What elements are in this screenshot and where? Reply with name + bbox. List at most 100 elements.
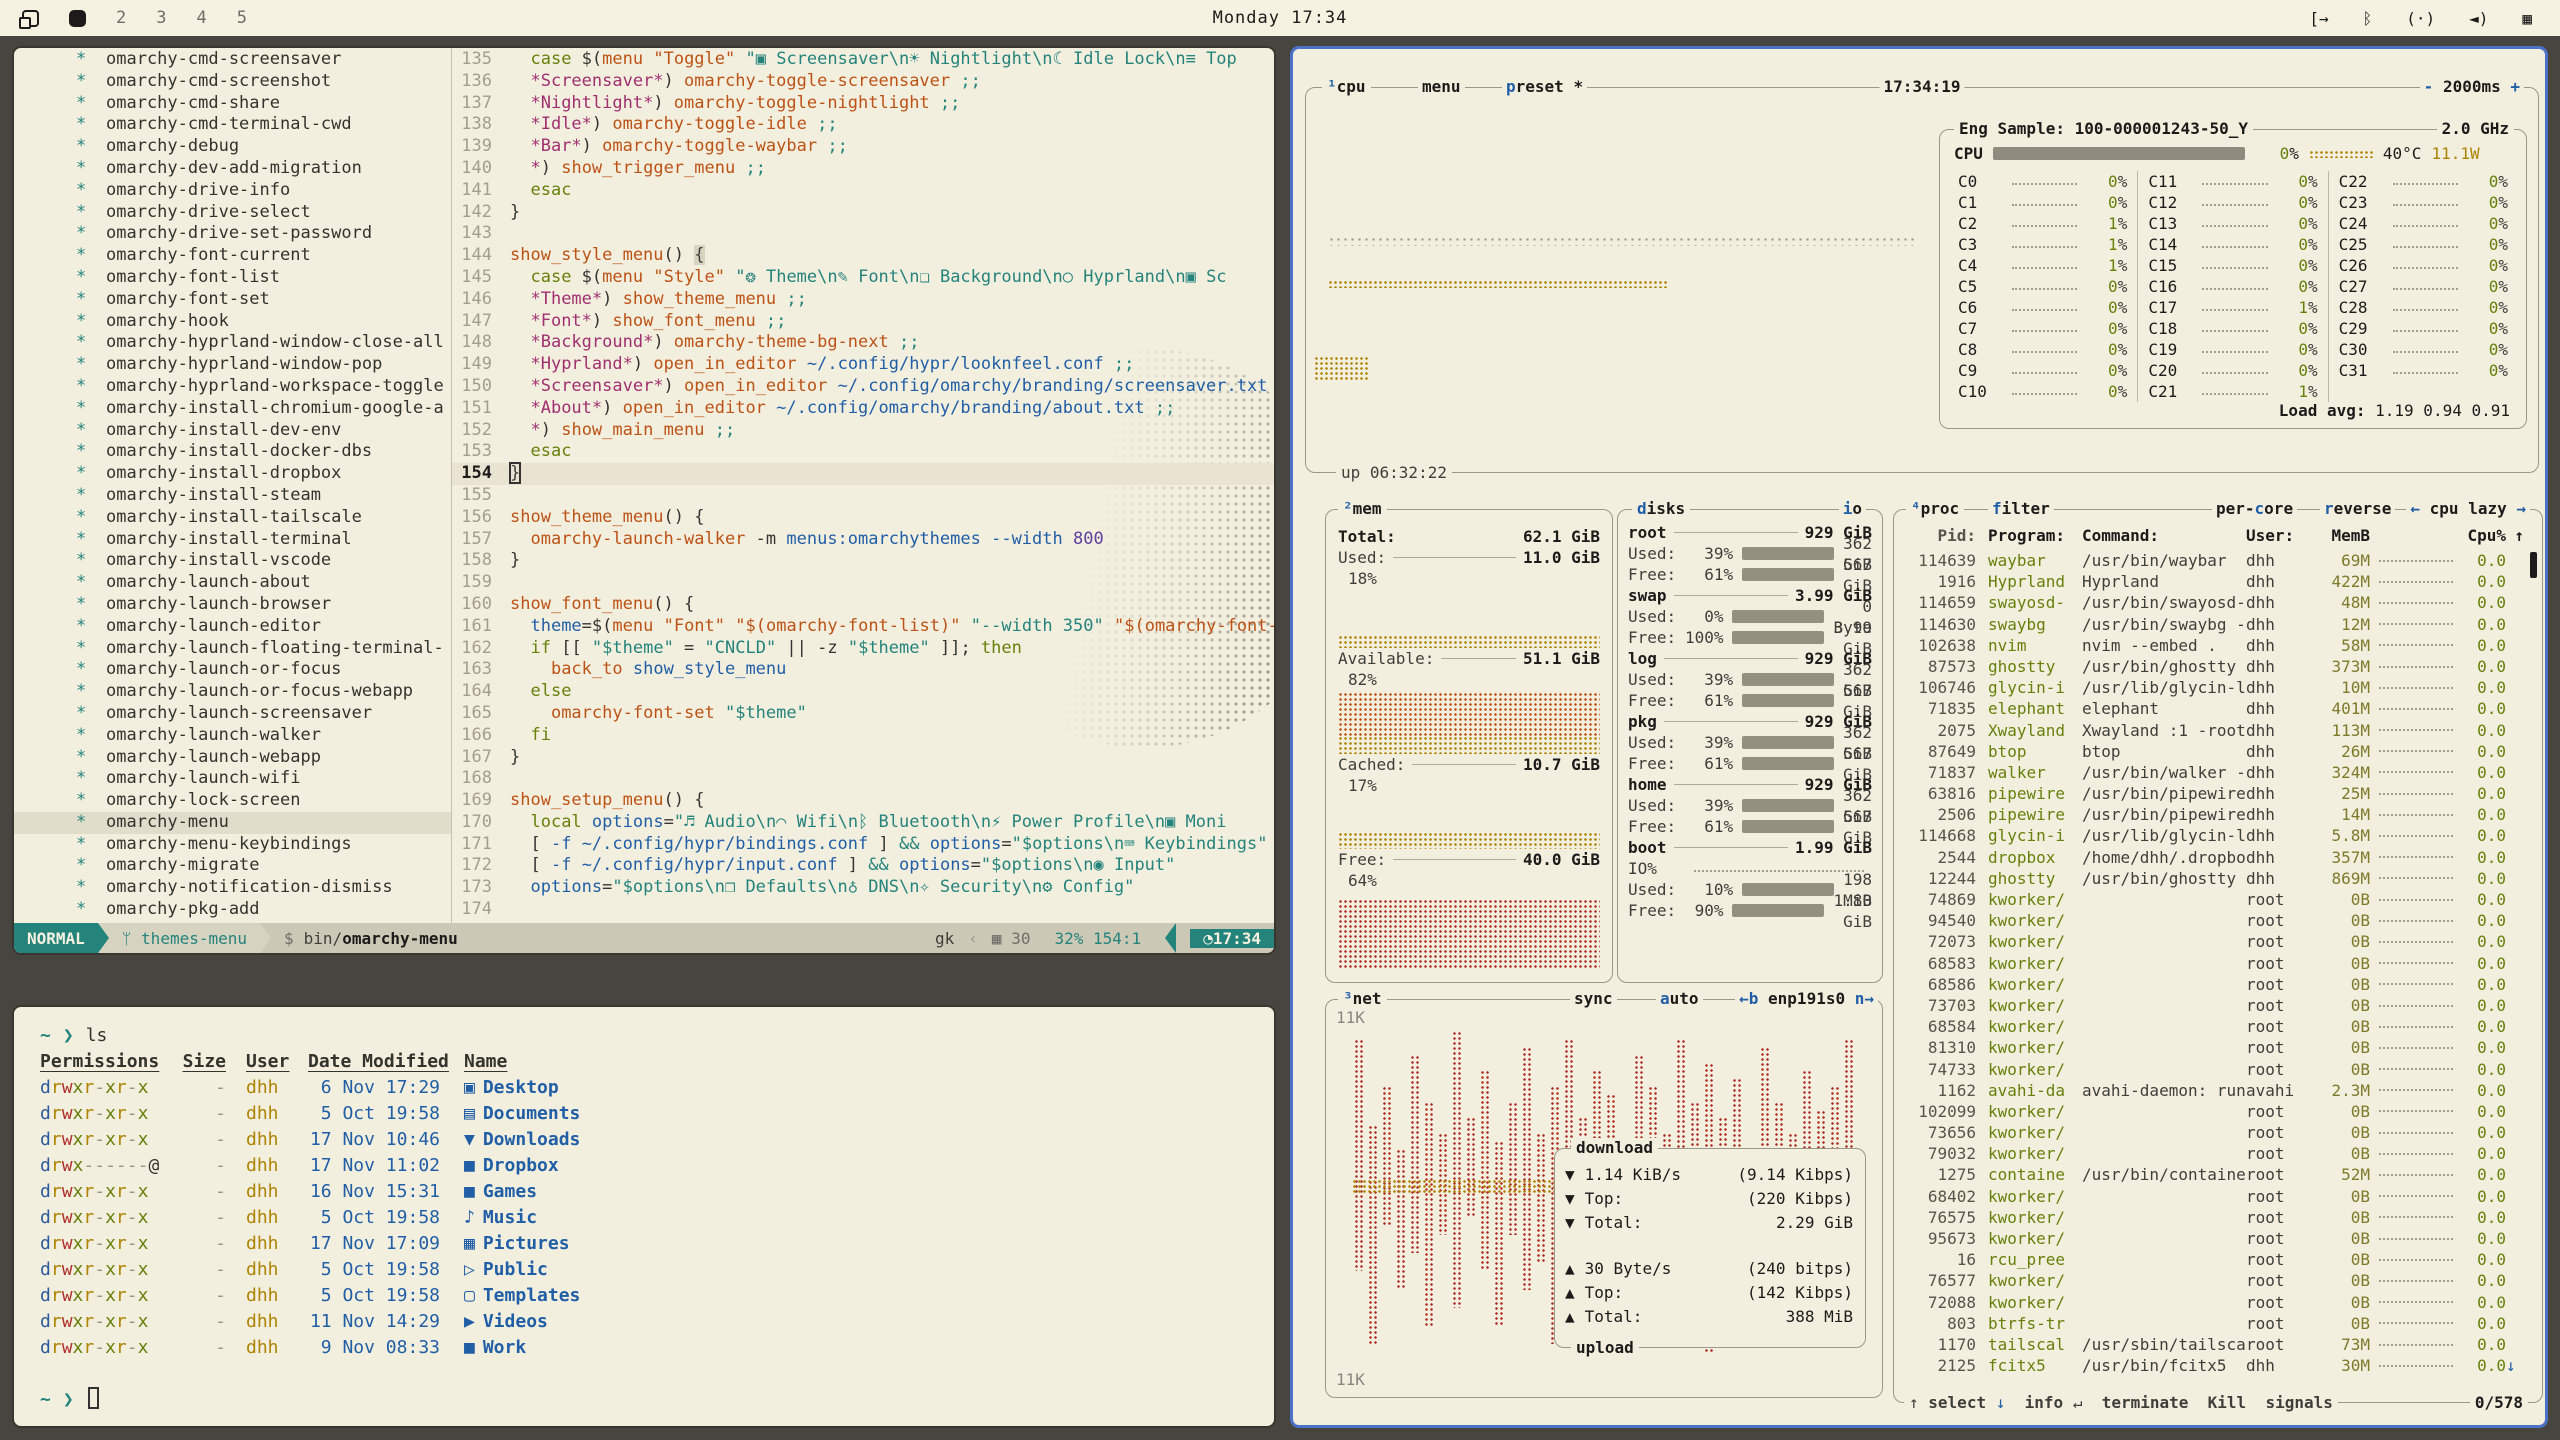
file-list-item[interactable]: *omarchy-drive-set-password — [14, 223, 451, 245]
process-row[interactable]: 95673kworker/root0B0.0 — [1906, 1228, 2524, 1249]
mem-box-title[interactable]: ²mem — [1338, 499, 1387, 519]
process-row[interactable]: 81310kworker/root0B0.0 — [1906, 1037, 2524, 1058]
folder-name[interactable]: ▣Desktop — [464, 1075, 559, 1101]
files-terminal-window[interactable]: ~❯lsPermissionsSizeUserDate ModifiedName… — [12, 1005, 1276, 1428]
process-row[interactable]: 102638nvimnvim --embed .dhh58M0.0 — [1906, 635, 2524, 656]
process-row[interactable]: 114639waybar/usr/bin/waybardhh69M0.0 — [1906, 550, 2524, 571]
file-list-item[interactable]: *omarchy-font-current — [14, 245, 451, 267]
ls-row[interactable]: drwxr-xr-x-dhh11 Nov 14:29▶Videos — [40, 1309, 1274, 1335]
file-list-item[interactable]: *omarchy-notification-dismiss — [14, 877, 451, 899]
process-row[interactable]: 71835elephantelephantdhh401M0.0 — [1906, 698, 2524, 719]
file-list-item[interactable]: *omarchy-launch-editor — [14, 616, 451, 638]
file-list-item[interactable]: *omarchy-launch-webapp — [14, 747, 451, 769]
process-row[interactable]: 1170tailscal/usr/sbin/tailscaled --root7… — [1906, 1334, 2524, 1355]
process-row[interactable]: 102099kworker/root0B0.0 — [1906, 1101, 2524, 1122]
preset-button[interactable]: preset * — [1502, 77, 1587, 97]
file-list-item[interactable]: *omarchy-hyprland-workspace-toggle — [14, 376, 451, 398]
network-icon[interactable]: (·) — [2406, 9, 2435, 28]
file-list-item[interactable]: *omarchy-drive-info — [14, 180, 451, 202]
ls-row[interactable]: drwxr-xr-x-dhh16 Nov 15:31■Games — [40, 1179, 1274, 1205]
process-row[interactable]: 2075XwaylandXwayland :1 -rootless -dhh11… — [1906, 720, 2524, 741]
volume-icon[interactable]: ◄) — [2469, 9, 2488, 28]
file-list-item[interactable]: *omarchy-install-dropbox — [14, 463, 451, 485]
process-row[interactable]: 114668glycin-i/usr/lib/glycin-loadersdhh… — [1906, 825, 2524, 846]
ls-row[interactable]: drwxr-xr-x-dhh6 Nov 17:29▣Desktop — [40, 1075, 1274, 1101]
file-list-item[interactable]: *omarchy-debug — [14, 136, 451, 158]
process-row[interactable]: 76577kworker/root0B0.0 — [1906, 1270, 2524, 1291]
ls-row[interactable]: drwxr-xr-x-dhh17 Nov 17:09▦Pictures — [40, 1231, 1274, 1257]
file-list-item[interactable]: *omarchy-font-list — [14, 267, 451, 289]
file-list-item[interactable]: *omarchy-launch-about — [14, 572, 451, 594]
process-row[interactable]: 87649btopbtopdhh26M0.0 — [1906, 741, 2524, 762]
process-row[interactable]: 72088kworker/root0B0.0 — [1906, 1292, 2524, 1313]
process-row[interactable]: 1916HyprlandHyprlanddhh422M0.0 — [1906, 571, 2524, 592]
refresh-interval[interactable]: - 2000ms + — [2420, 77, 2524, 97]
file-list-item[interactable]: *omarchy-dev-add-migration — [14, 158, 451, 180]
file-list-item[interactable]: *omarchy-menu-keybindings — [14, 834, 451, 856]
process-row[interactable]: 2544dropbox/home/dhh/.dropbox-distdhh357… — [1906, 847, 2524, 868]
file-list-item[interactable]: *omarchy-hook — [14, 311, 451, 333]
file-list-item[interactable]: *omarchy-cmd-screensaver — [14, 49, 451, 71]
ls-row[interactable]: drwxr-xr-x-dhh5 Oct 19:58▷Public — [40, 1257, 1274, 1283]
file-list-item[interactable]: *omarchy-cmd-share — [14, 93, 451, 115]
process-row[interactable]: 16rcu_preeroot0B0.0 — [1906, 1249, 2524, 1270]
file-list-item[interactable]: *omarchy-launch-browser — [14, 594, 451, 616]
io-tab[interactable]: io — [1839, 499, 1866, 519]
reverse-tab[interactable]: reverse — [2320, 499, 2395, 519]
file-list-item[interactable]: *omarchy-cmd-screenshot — [14, 71, 451, 93]
interface-switcher[interactable]: ←b enp191s0 n→ — [1735, 989, 1878, 1009]
folder-name[interactable]: ▦Pictures — [464, 1231, 570, 1257]
file-list-item[interactable]: *omarchy-font-set — [14, 289, 451, 311]
process-row[interactable]: 76575kworker/root0B0.0 — [1906, 1207, 2524, 1228]
folder-name[interactable]: ▤Documents — [464, 1101, 580, 1127]
process-row[interactable]: 87573ghostty/usr/bin/ghostty --gtk-dhh37… — [1906, 656, 2524, 677]
file-list-pane[interactable]: *omarchy-cmd-screensaver*omarchy-cmd-scr… — [14, 48, 452, 923]
proc-box-title[interactable]: ⁴proc — [1906, 499, 1964, 519]
file-list-item[interactable]: *omarchy-cmd-terminal-cwd — [14, 114, 451, 136]
proc-footer-keys[interactable]: ↑ select ↓ info ↵ terminate Kill signals — [1904, 1393, 2338, 1413]
file-list-item[interactable]: *omarchy-launch-walker — [14, 725, 451, 747]
process-row[interactable]: 1162avahi-daavahi-daemon: running [avahi… — [1906, 1080, 2524, 1101]
process-row[interactable]: 1275containe/usr/bin/containerdroot52M0.… — [1906, 1164, 2524, 1185]
process-row[interactable]: 72073kworker/root0B0.0 — [1906, 931, 2524, 952]
menu-button[interactable]: menu — [1418, 77, 1465, 97]
sort-selector[interactable]: ← cpu lazy → — [2406, 499, 2530, 519]
bluetooth-icon[interactable]: ᛒ — [2363, 9, 2373, 28]
ls-row[interactable]: drwxr-xr-x-dhh5 Oct 19:58♪Music — [40, 1205, 1274, 1231]
cpu-box-title[interactable]: ¹cpu — [1322, 77, 1371, 97]
file-list-item[interactable]: *omarchy-hyprland-window-pop — [14, 354, 451, 376]
file-list-item[interactable]: *omarchy-lock-screen — [14, 790, 451, 812]
process-row[interactable]: 94540kworker/root0B0.0 — [1906, 910, 2524, 931]
file-list-item[interactable]: *omarchy-launch-or-focus — [14, 659, 451, 681]
file-list-item[interactable]: *omarchy-menu — [14, 812, 451, 834]
process-row[interactable]: 68584kworker/root0B0.0 — [1906, 1016, 2524, 1037]
auto-tab[interactable]: auto — [1656, 989, 1703, 1009]
ls-row[interactable]: drwxr-xr-x-dhh17 Nov 10:46▼Downloads — [40, 1127, 1274, 1153]
terminal-cursor[interactable] — [88, 1387, 99, 1409]
cpu-chip-icon[interactable]: ▦ — [2522, 9, 2532, 28]
disks-box-title[interactable]: disks — [1632, 499, 1690, 519]
net-box-title[interactable]: ³net — [1338, 989, 1387, 1009]
process-row[interactable]: 114659swayosd-/usr/bin/swayosd-serverdhh… — [1906, 592, 2524, 613]
code-pane[interactable]: 135 case $(menu "Toggle" "▣ Screensaver\… — [452, 48, 1274, 923]
process-row[interactable]: 114630swaybg/usr/bin/swaybg -i /homdhh12… — [1906, 614, 2524, 635]
folder-name[interactable]: ▢Templates — [464, 1283, 580, 1309]
process-table[interactable]: 114639waybar/usr/bin/waybardhh69M0.01916… — [1906, 550, 2524, 1380]
process-row[interactable]: 12244ghostty/usr/bin/ghostty --gtk-dhh86… — [1906, 868, 2524, 889]
ls-row[interactable]: drwxr-xr-x-dhh5 Oct 19:58▢Templates — [40, 1283, 1274, 1309]
file-list-item[interactable]: *omarchy-install-vscode — [14, 550, 451, 572]
file-list-item[interactable]: *omarchy-launch-or-focus-webapp — [14, 681, 451, 703]
file-list-item[interactable]: *omarchy-install-tailscale — [14, 507, 451, 529]
per-core-tab[interactable]: per-core — [2212, 499, 2297, 519]
process-row[interactable]: 79032kworker/root0B0.0 — [1906, 1143, 2524, 1164]
process-table-header[interactable]: Pid: Program: Command: User: MemB Cpu% ↑ — [1906, 526, 2524, 545]
screencast-icon[interactable]: [→ — [2309, 9, 2328, 28]
folder-name[interactable]: ■Work — [464, 1335, 526, 1361]
process-row[interactable]: 68583kworker/root0B0.0 — [1906, 953, 2524, 974]
file-list-item[interactable]: *omarchy-pkg-add — [14, 899, 451, 921]
process-row[interactable]: 68586kworker/root0B0.0 — [1906, 974, 2524, 995]
process-row[interactable]: 63816pipewire/usr/bin/pipewiredhh25M0.0 — [1906, 783, 2524, 804]
process-row[interactable]: 73703kworker/root0B0.0 — [1906, 995, 2524, 1016]
process-row[interactable]: 2125fcitx5/usr/bin/fcitx5dhh30M0.0↓ — [1906, 1355, 2524, 1376]
ls-row[interactable]: drwx------@-dhh17 Nov 11:02■Dropbox — [40, 1153, 1274, 1179]
